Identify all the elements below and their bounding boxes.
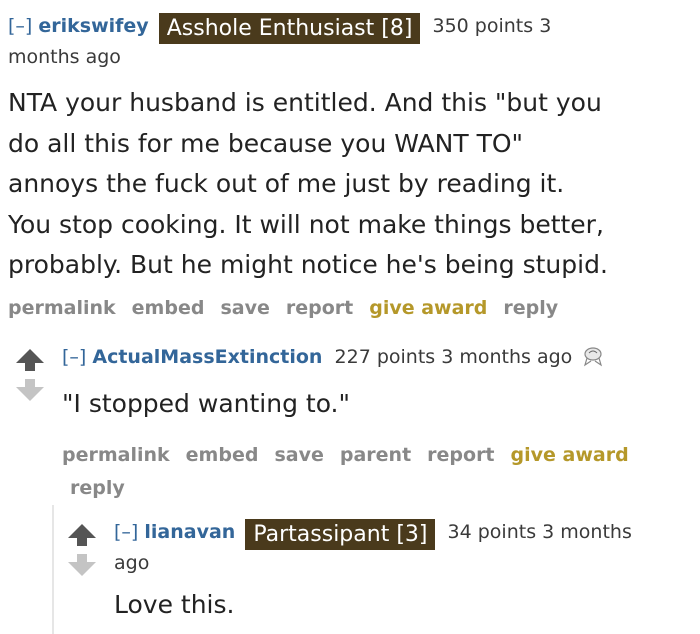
save-link[interactable]: save — [220, 297, 269, 319]
save-link[interactable]: save — [274, 444, 323, 466]
vote-arrows — [12, 349, 52, 401]
timestamp-part: 3 months — [542, 521, 632, 543]
comment-header: [–] ActualMassExtinction 227 points 3 mo… — [62, 342, 698, 372]
comment-actions: permalink embed save report give award reply — [8, 292, 698, 325]
thread-line — [52, 505, 54, 634]
collapse-toggle[interactable]: [–] — [62, 346, 86, 368]
timestamp-continued: months ago — [8, 42, 698, 72]
report-link[interactable]: report — [286, 297, 353, 319]
timestamp: 3 months ago — [441, 346, 573, 368]
author-link[interactable]: erikswifey — [38, 15, 148, 37]
author-link[interactable]: ActualMassExtinction — [92, 346, 322, 368]
upvote-arrow-icon[interactable] — [64, 524, 104, 546]
comment-body: "I stopped wanting to." — [62, 389, 351, 418]
body-line: annoys the fuck out of me just by readin… — [8, 169, 565, 198]
reply-link[interactable]: reply — [503, 297, 558, 319]
permalink-link[interactable]: permalink — [62, 444, 170, 466]
score: 350 points — [432, 15, 534, 37]
collapse-toggle[interactable]: [–] — [114, 521, 138, 543]
comment-header: [–] lianavan Partassipant [3] 34 points … — [114, 517, 698, 550]
comment-body: NTA your husband is entitled. And this "… — [8, 83, 698, 286]
comment-actions: permalink embed save parent report give award — [62, 439, 698, 472]
user-flair: Partassipant [3] — [245, 519, 436, 550]
timestamp-part: 3 — [539, 15, 552, 37]
downvote-arrow-icon[interactable] — [12, 379, 52, 401]
parent-link[interactable]: parent — [340, 444, 411, 466]
body-line: probably. But he might notice he's being… — [8, 250, 608, 279]
embed-link[interactable]: embed — [186, 444, 259, 466]
award-icon[interactable] — [582, 345, 604, 367]
comment-body: Love this. — [114, 590, 235, 619]
embed-link[interactable]: embed — [132, 297, 205, 319]
body-line: You stop cooking. It will not make thing… — [8, 209, 604, 239]
comment-actualmassextinction: [–] ActualMassExtinction 227 points 3 mo… — [62, 342, 698, 505]
report-link[interactable]: report — [427, 444, 494, 466]
give-award-link[interactable]: give award — [511, 444, 629, 466]
score: 34 points — [447, 521, 537, 543]
user-flair: Asshole Enthusiast [8] — [158, 13, 421, 44]
reply-link[interactable]: reply — [70, 477, 125, 499]
body-line: NTA your husband is entitled. And this "… — [8, 88, 602, 117]
comment-erikswifey: [–] erikswifey Asshole Enthusiast [8] 35… — [8, 0, 698, 325]
permalink-link[interactable]: permalink — [8, 297, 116, 319]
comment-lianavan: [–] lianavan Partassipant [3] 34 points … — [114, 517, 698, 626]
comment-actions-continued: reply — [70, 472, 698, 505]
downvote-arrow-icon[interactable] — [64, 554, 104, 576]
timestamp-continued: ago — [114, 548, 698, 578]
vote-arrows — [64, 524, 104, 576]
body-line: do all this for me because you WANT TO" — [8, 128, 524, 158]
timestamp: months ago — [8, 46, 121, 68]
give-award-link[interactable]: give award — [369, 297, 487, 319]
collapse-toggle[interactable]: [–] — [8, 15, 32, 37]
upvote-arrow-icon[interactable] — [12, 349, 52, 371]
timestamp: ago — [114, 552, 150, 574]
score: 227 points — [334, 346, 436, 368]
comment-header: [–] erikswifey Asshole Enthusiast [8] 35… — [8, 11, 698, 44]
author-link[interactable]: lianavan — [144, 521, 235, 543]
